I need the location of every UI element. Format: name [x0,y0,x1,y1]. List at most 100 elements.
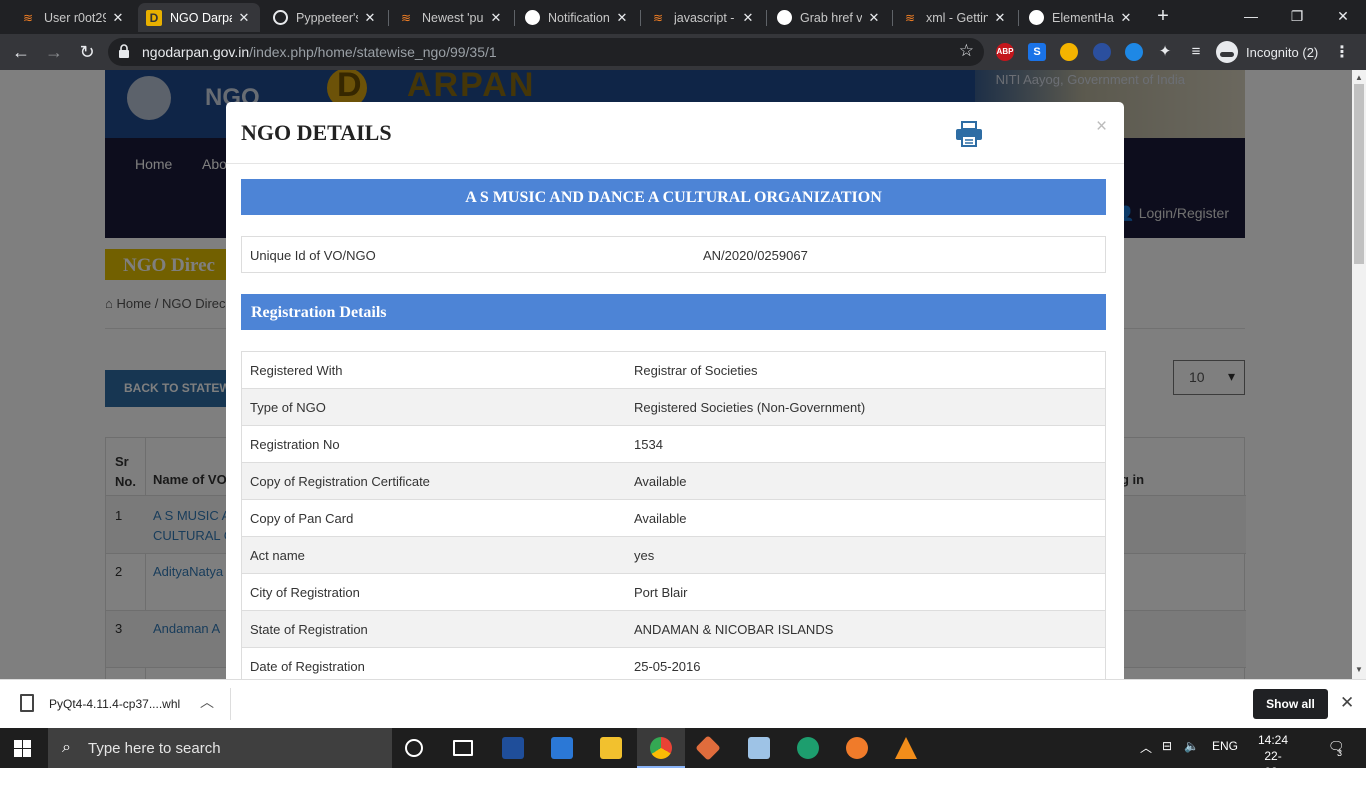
modal-title: NGO DETAILS [241,120,392,145]
postman-icon[interactable] [846,737,868,759]
incognito-label: Incognito (2) [1246,44,1319,60]
scroll-down-icon[interactable]: ▼ [1355,665,1363,674]
tab-title: Newest 'pu [422,10,484,25]
back-arrow-icon[interactable]: ← [9,40,33,64]
language-indicator[interactable]: ENG [1212,739,1238,753]
close-tab-icon[interactable]: ✕ [110,10,126,26]
unique-id-value: AN/2020/0259067 [703,248,808,263]
vlc-icon[interactable] [895,737,917,759]
registration-row: State of Registration ANDAMAN & NICOBAR … [242,611,1105,648]
browser-menu-icon[interactable]: ⋮ [1334,42,1350,62]
stackoverflow-icon: ≋ [652,10,664,25]
registration-label: State of Registration [250,622,368,637]
close-tab-icon[interactable]: ✕ [362,10,378,26]
close-shelf-icon[interactable]: ✕ [1340,693,1354,713]
extension-s-icon[interactable]: S [1028,43,1046,61]
browser-tab-1[interactable]: D NGO Darpa ✕ [138,3,260,32]
ngo-details-modal: NGO DETAILS × A S MUSIC AND DANCE A CULT… [226,102,1124,679]
extensions-puzzle-icon[interactable]: ✦ [1156,43,1174,61]
close-tab-icon[interactable]: ✕ [866,10,882,26]
close-tab-icon[interactable]: ✕ [740,10,756,26]
browser-toolbar: ← → ↻ ngodarpan.gov.in/index.php/home/st… [0,34,1366,70]
show-all-button[interactable]: Show all [1253,689,1328,719]
browser-tab-3[interactable]: ≋ Newest 'pu ✕ [390,3,512,32]
taskbar-search-box[interactable]: ⌕ Type here to search [48,728,392,768]
git-icon[interactable] [695,735,721,761]
task-view-icon[interactable] [453,740,473,756]
clock-date: 22-08-2020 [1259,749,1287,795]
github-icon [776,10,792,26]
close-tab-icon[interactable]: ✕ [614,10,630,26]
registration-value: yes [634,548,655,563]
close-tab-icon[interactable]: ✕ [992,10,1008,26]
chrome-icon[interactable] [650,737,672,759]
address-bar[interactable]: ngodarpan.gov.in/index.php/home/statewis… [108,38,984,66]
browser-tab-6[interactable]: Grab href v ✕ [768,3,890,32]
file-explorer-icon[interactable] [600,737,622,759]
atom-icon[interactable] [797,737,819,759]
extension-block-icon[interactable] [1093,43,1111,61]
registration-value: ANDAMAN & NICOBAR ISLANDS [634,622,834,637]
reading-list-icon[interactable]: ≡ [1187,43,1205,61]
new-tab-button[interactable]: + [1152,6,1174,28]
registration-row: Copy of Registration Certificate Availab… [242,463,1105,500]
scroll-up-icon[interactable]: ▲ [1355,73,1363,82]
windows-taskbar: ⌕ Type here to search ︿ ⊟ 🔈 ENG 14:24 22… [0,728,1366,795]
browser-tab-0[interactable]: ≋ User r0ot29 ✕ [12,3,134,32]
registration-label: Copy of Pan Card [250,511,354,526]
browser-tab-5[interactable]: ≋ javascript - ✕ [642,3,764,32]
close-window-icon[interactable]: ✕ [1320,4,1366,28]
incognito-profile-button[interactable]: Incognito (2) [1216,40,1318,64]
registration-value: Available [634,474,687,489]
cortana-icon[interactable] [405,739,423,757]
extension-gear-icon[interactable] [1125,43,1143,61]
browser-tab-4[interactable]: Notification ✕ [516,3,638,32]
registration-row: Registered With Registrar of Societies [242,352,1105,389]
browser-tab-8[interactable]: ElementHan ✕ [1020,3,1142,32]
tab-title: xml - Gettin [926,10,988,25]
close-tab-icon[interactable]: ✕ [236,10,252,26]
restore-icon[interactable]: ❐ [1274,4,1320,28]
registration-table: Registered With Registrar of Societies T… [241,351,1106,679]
windows-start-icon[interactable] [14,740,31,757]
extension-face-icon[interactable] [1060,43,1078,61]
registration-value: Port Blair [634,585,688,600]
registration-label: Copy of Registration Certificate [250,474,430,489]
tab-title: Grab href v [800,10,862,25]
bookmark-star-icon[interactable]: ☆ [959,41,974,61]
stackoverflow-icon: ≋ [400,10,412,25]
download-file-name[interactable]: PyQt4-4.11.4-cp37....whl [49,697,180,711]
print-icon[interactable] [955,121,983,147]
browser-tab-2[interactable]: Pyppeteer's ✕ [264,3,386,32]
taskbar-clock[interactable]: 14:24 22-08-2020 [1258,732,1288,796]
globe-icon [272,10,288,26]
powershell-icon[interactable] [502,737,524,759]
mail-icon[interactable] [551,737,573,759]
close-tab-icon[interactable]: ✕ [1118,10,1134,26]
registration-value: 1534 [634,437,663,452]
close-modal-button[interactable]: × [1096,116,1107,138]
browser-tab-7[interactable]: ≋ xml - Gettin ✕ [894,3,1016,32]
notepad-icon[interactable] [748,737,770,759]
unique-id-row: Unique Id of VO/NGO AN/2020/0259067 [241,236,1106,273]
forward-arrow-icon[interactable]: → [42,40,66,64]
chevron-up-icon[interactable]: ︿ [200,692,214,712]
minimize-icon[interactable]: — [1228,4,1274,28]
volume-icon[interactable]: 🔈 [1184,739,1199,753]
unique-id-label: Unique Id of VO/NGO [250,248,376,263]
page-scrollbar[interactable]: ▲ ▼ [1352,70,1366,679]
registration-label: City of Registration [250,585,360,600]
registration-row: Type of NGO Registered Societies (Non-Go… [242,389,1105,426]
scrollbar-thumb[interactable] [1354,84,1364,264]
adblock-plus-icon[interactable]: ABP [996,43,1014,61]
reload-icon[interactable]: ↻ [75,40,99,64]
search-placeholder: Type here to search [88,740,221,757]
search-icon: ⌕ [62,739,71,756]
registration-value: Registrar of Societies [634,363,758,378]
chevron-up-icon[interactable]: ︿ [1140,739,1152,756]
tab-separator [514,10,515,26]
close-tab-icon[interactable]: ✕ [488,10,504,26]
network-icon[interactable]: ⊟ [1162,739,1172,753]
url-text: ngodarpan.gov.in/index.php/home/statewis… [142,44,497,60]
registration-row: Copy of Pan Card Available [242,500,1105,537]
